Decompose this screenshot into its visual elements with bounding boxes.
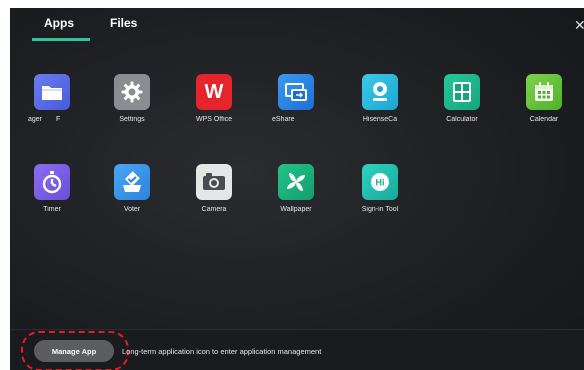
sign-in-icon: Hi (362, 164, 398, 200)
manage-app-button[interactable]: Manage App (34, 340, 114, 362)
app-settings[interactable]: Settings (98, 74, 166, 123)
app-file-manager[interactable]: ager F (18, 74, 86, 123)
folder-icon (34, 74, 70, 110)
app-hisense-camera[interactable]: HisenseCa (346, 74, 414, 123)
pinwheel-icon (278, 164, 314, 200)
app-calculator[interactable]: Calculator (428, 74, 496, 123)
screen-share-icon (278, 74, 314, 110)
tab-bar: Apps Files ✕ (10, 8, 584, 44)
app-label: Calendar (529, 116, 559, 123)
manage-hint-text: Long-term application icon to enter appl… (122, 347, 322, 356)
app-camera[interactable]: Camera (180, 164, 248, 213)
app-label: WPS Office (195, 116, 233, 123)
timer-icon (34, 164, 70, 200)
app-label: eShare (272, 116, 295, 123)
active-tab-indicator (32, 38, 90, 41)
calendar-icon (526, 74, 562, 110)
app-wps-office[interactable]: W WPS Office (180, 74, 248, 123)
tab-files[interactable]: Files (110, 16, 137, 30)
camera-icon (196, 164, 232, 200)
close-icon[interactable]: ✕ (574, 17, 584, 34)
tab-apps[interactable]: Apps (44, 16, 74, 30)
svg-text:Hi: Hi (376, 178, 385, 188)
webcam-icon (362, 74, 398, 110)
app-label: Sign-in Tool (361, 206, 399, 213)
app-label: Camera (201, 206, 227, 213)
app-timer[interactable]: Timer (18, 164, 86, 213)
vote-icon (114, 164, 150, 200)
app-label: HisenseCa (362, 116, 398, 123)
app-label: Calculator (446, 116, 478, 123)
wps-icon: W (196, 74, 232, 110)
app-label: Timer (43, 206, 61, 213)
app-label: Settings (119, 116, 145, 123)
app-label: Voter (123, 206, 141, 213)
app-calendar[interactable]: Calendar (510, 74, 578, 123)
app-voter[interactable]: Voter (98, 164, 166, 213)
gear-icon (114, 74, 150, 110)
app-label: ager F (28, 116, 61, 123)
calculator-icon (444, 74, 480, 110)
app-wallpaper[interactable]: Wallpaper (262, 164, 330, 213)
footer-bar: Manage App Long-term application icon to… (10, 329, 584, 370)
app-label: Wallpaper (280, 206, 312, 213)
app-drawer-panel: Apps Files ✕ ager F Settings W WPS Offic… (10, 8, 584, 370)
app-sign-in-tool[interactable]: Hi Sign-in Tool (346, 164, 414, 213)
app-eshare[interactable]: eShare (262, 74, 330, 123)
